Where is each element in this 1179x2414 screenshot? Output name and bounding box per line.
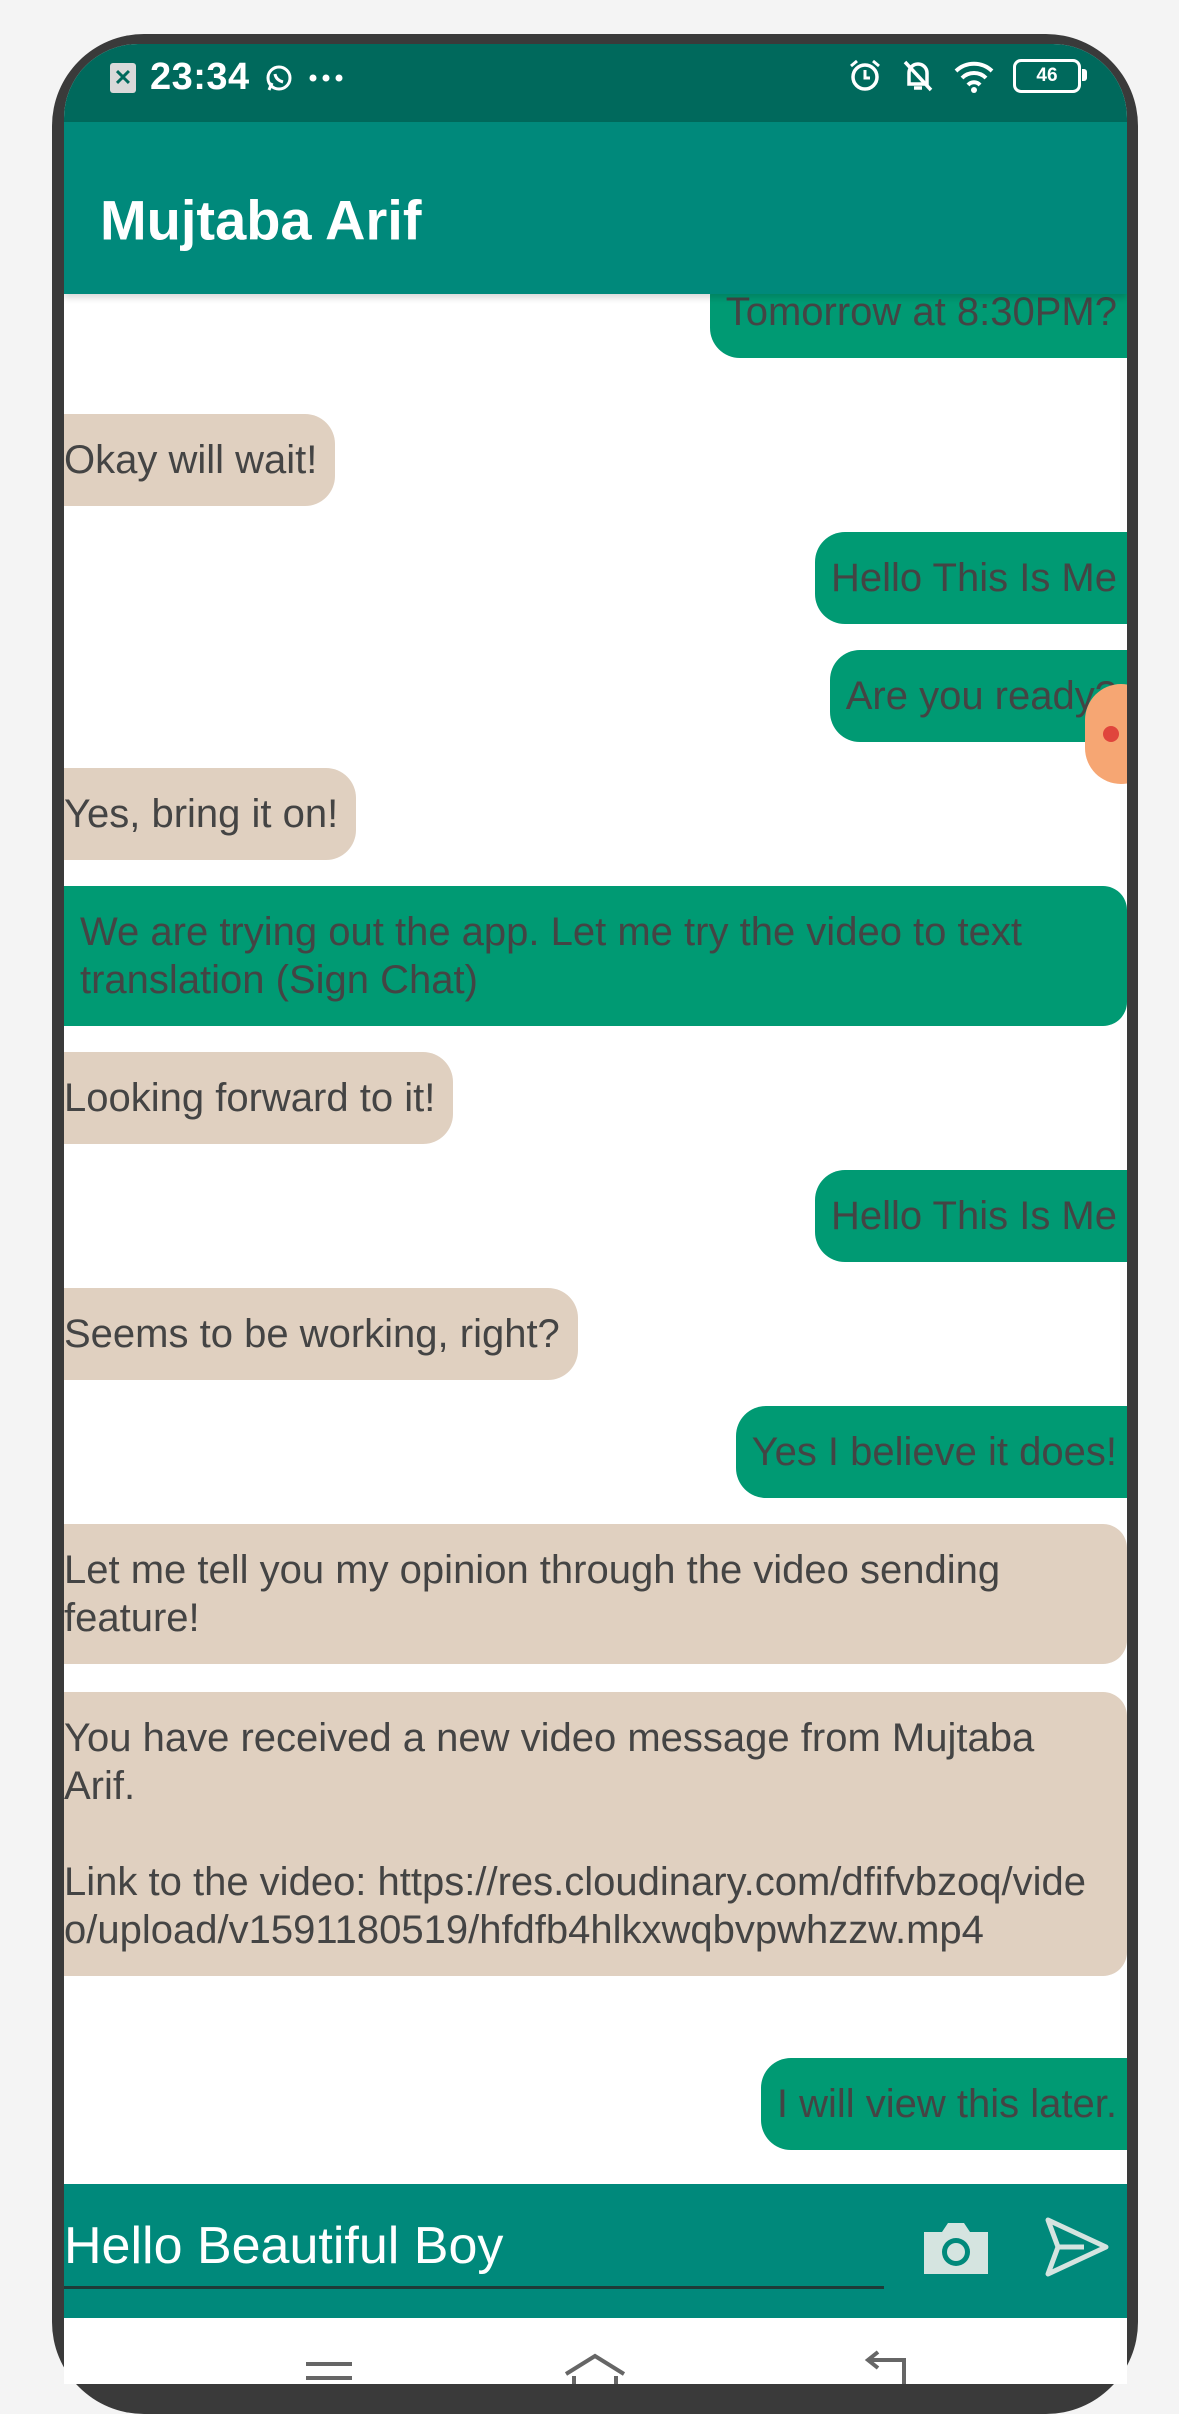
notification-x-icon: ✕ <box>110 62 136 93</box>
message-received[interactable]: Yes, bring it on! <box>64 768 357 860</box>
menu-icon[interactable] <box>294 2348 364 2384</box>
message-text: I will view this later. <box>776 2082 1117 2126</box>
chat-message-list[interactable]: Tomorrow at 8:30PM? Okay will wait! Hell… <box>64 294 1127 2184</box>
message-text: Let me tell you my opinion through the v… <box>64 1548 1001 1640</box>
status-bar-right: 46 <box>847 58 1087 94</box>
message-sent[interactable]: We are trying out the app. Let me try th… <box>64 886 1127 1026</box>
status-bar-left: ✕ 23:34 <box>110 56 348 99</box>
message-sent[interactable]: Yes I believe it does! <box>735 1406 1127 1498</box>
wifi-icon <box>954 61 994 93</box>
message-text: Are you ready? <box>845 674 1117 718</box>
floating-bubble-button[interactable] <box>1085 684 1127 784</box>
message-text: We are trying out the app. Let me try th… <box>80 910 1022 1002</box>
battery-icon: 46 <box>1013 59 1087 93</box>
send-icon[interactable] <box>1044 2214 1110 2280</box>
message-received[interactable]: Okay will wait! <box>64 414 336 506</box>
bell-muted-icon <box>903 60 933 92</box>
message-text: Okay will wait! <box>64 438 318 482</box>
back-icon[interactable] <box>848 2348 918 2384</box>
message-received[interactable]: Let me tell you my opinion through the v… <box>64 1524 1127 1664</box>
phone-screen: ✕ 23:34 46 Mujtaba Arif Tomorrow at 8:30… <box>64 44 1127 2384</box>
composer-bar <box>64 2184 1127 2318</box>
message-received[interactable]: Looking forward to it! <box>64 1052 454 1144</box>
alarm-icon <box>850 59 880 91</box>
message-text: Hello This Is Me <box>830 556 1117 600</box>
message-input[interactable] <box>64 2206 884 2289</box>
message-received[interactable]: Seems to be working, right? <box>64 1288 578 1380</box>
more-dots-icon <box>309 74 343 81</box>
battery-level: 46 <box>1036 65 1058 86</box>
message-text: Looking forward to it! <box>64 1076 436 1120</box>
app-bar: Mujtaba Arif <box>64 122 1127 294</box>
message-sent[interactable]: Tomorrow at 8:30PM? <box>709 294 1127 358</box>
message-text: Yes, bring it on! <box>64 792 339 836</box>
message-received-video-link[interactable]: You have received a new video message fr… <box>64 1692 1127 1976</box>
message-text: Yes I believe it does! <box>751 1430 1117 1474</box>
message-text: Seems to be working, right? <box>64 1312 560 1356</box>
message-sent[interactable]: I will view this later. <box>760 2058 1127 2150</box>
message-text: Hello This Is Me <box>830 1194 1117 1238</box>
contact-name-title: Mujtaba Arif <box>100 188 422 252</box>
message-sent[interactable]: Hello This Is Me <box>814 1170 1127 1262</box>
camera-icon[interactable] <box>920 2218 992 2278</box>
message-sent[interactable]: Hello This Is Me <box>814 532 1127 624</box>
message-sent[interactable]: Are you ready? <box>829 650 1127 742</box>
message-text: Tomorrow at 8:30PM? <box>725 294 1117 334</box>
bubble-dot <box>1103 726 1119 742</box>
home-icon[interactable] <box>560 2348 630 2384</box>
video-link-text[interactable]: Link to the video: https://res.cloudinar… <box>64 1858 1109 1954</box>
message-text: You have received a new video message fr… <box>64 1716 1035 1808</box>
status-bar: ✕ 23:34 46 <box>64 44 1127 122</box>
navigation-bar <box>64 2318 1127 2384</box>
whatsapp-icon <box>266 65 292 91</box>
status-time: 23:34 <box>150 56 250 98</box>
